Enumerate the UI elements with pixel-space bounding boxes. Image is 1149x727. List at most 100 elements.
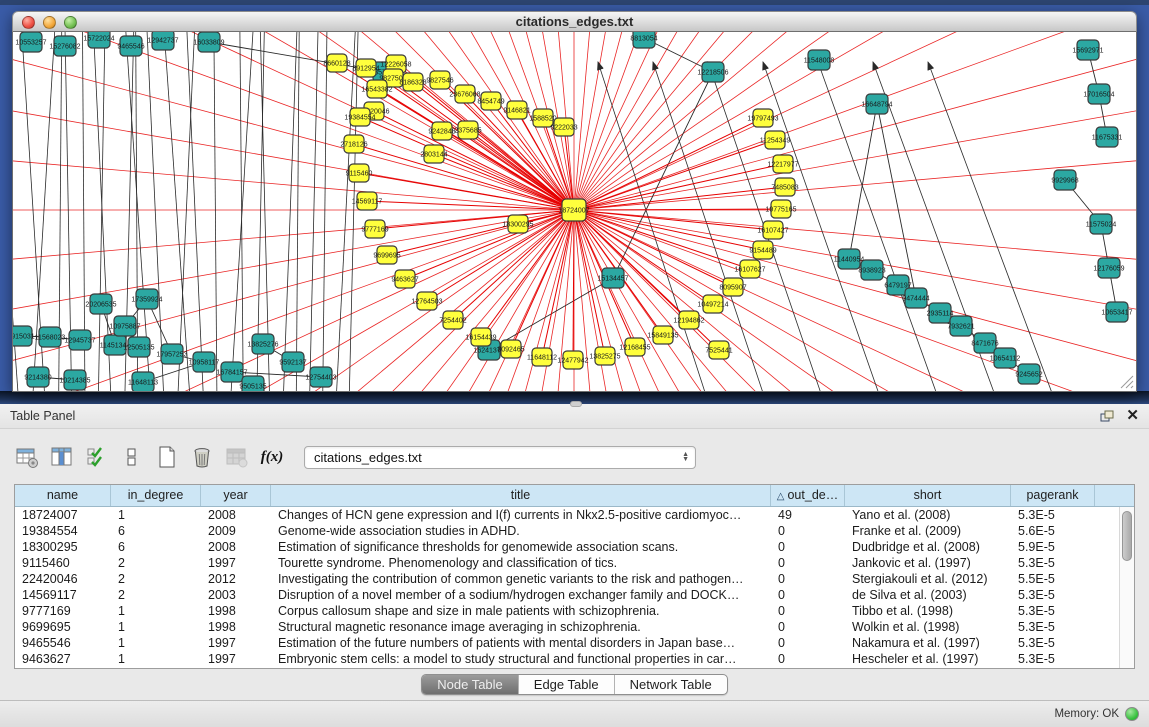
- new-table-icon[interactable]: [154, 444, 180, 470]
- table-cell[interactable]: Tourette syndrome. Phenomenology and cla…: [271, 555, 771, 571]
- column-header-pagerank[interactable]: pagerank: [1011, 485, 1095, 506]
- graph-node-12218506[interactable]: 12218506: [697, 62, 728, 82]
- graph-node-15276082[interactable]: 15276082: [49, 36, 80, 56]
- graph-node-2375685[interactable]: 2375685: [454, 121, 481, 139]
- table-cell[interactable]: 1998: [201, 603, 271, 619]
- graph-node-11648113[interactable]: 11648113: [128, 372, 158, 391]
- table-cell[interactable]: 9463627: [15, 651, 111, 667]
- tab-edge-table[interactable]: Edge Table: [518, 675, 614, 694]
- graph-node-7525441[interactable]: 7525441: [705, 341, 732, 359]
- graph-node-10975887[interactable]: 10975887: [109, 316, 140, 336]
- table-cell[interactable]: de Silva et al. (2003): [845, 587, 1011, 603]
- column-header-name[interactable]: name: [15, 485, 111, 506]
- column-header-in_degree[interactable]: in_degree: [111, 485, 201, 506]
- graph-node-8813054[interactable]: 8813054: [630, 32, 657, 48]
- table-cell[interactable]: Corpus callosum shape and size in male p…: [271, 603, 771, 619]
- graph-node-9699695[interactable]: 9699695: [373, 246, 400, 264]
- table-cell[interactable]: 0: [771, 555, 845, 571]
- table-cell[interactable]: 1997: [201, 555, 271, 571]
- table-cell[interactable]: 0: [771, 539, 845, 555]
- table-row[interactable]: 969969511998Structural magnetic resonanc…: [15, 619, 1134, 635]
- graph-node-7932621[interactable]: 7932621: [947, 316, 974, 336]
- graph-node-16648794[interactable]: 16648794: [861, 94, 892, 114]
- table-cell[interactable]: 14569117: [15, 587, 111, 603]
- close-panel-icon[interactable]: ✕: [1126, 408, 1139, 424]
- minimize-button[interactable]: [43, 16, 56, 29]
- table-row[interactable]: 1830029562008Estimation of significance …: [15, 539, 1134, 555]
- graph-node-12168455[interactable]: 12168455: [619, 338, 650, 356]
- table-cell[interactable]: Structural magnetic resonance image aver…: [271, 619, 771, 635]
- table-cell[interactable]: 49: [771, 507, 845, 523]
- table-cell[interactable]: 18300295: [15, 539, 111, 555]
- graph-node-16107627[interactable]: 16107627: [734, 260, 765, 278]
- graph-node-15722024[interactable]: 15722024: [83, 32, 114, 48]
- column-header-short[interactable]: short: [845, 485, 1011, 506]
- graph-node-9245652[interactable]: 9245652: [1015, 364, 1042, 384]
- table-cell[interactable]: 2: [111, 555, 201, 571]
- memory-status-indicator[interactable]: [1125, 707, 1139, 721]
- graph-node-12477942[interactable]: 12477942: [557, 351, 588, 369]
- graph-node-9929968[interactable]: 9929968: [1051, 170, 1078, 190]
- graph-node-19797493[interactable]: 19797493: [747, 109, 778, 127]
- graph-node-12942737[interactable]: 12942737: [147, 32, 178, 50]
- table-cell[interactable]: 9777169: [15, 603, 111, 619]
- graph-node-7485083[interactable]: 7485083: [771, 178, 798, 196]
- table-row[interactable]: 2242004622012Investigating the contribut…: [15, 571, 1134, 587]
- table-cell[interactable]: 1997: [201, 651, 271, 667]
- table-cell[interactable]: 2: [111, 571, 201, 587]
- graph-node-9242848[interactable]: 9242848: [428, 122, 455, 140]
- table-cell[interactable]: 5.5E-5: [1011, 571, 1095, 587]
- table-row[interactable]: 946554611997Estimation of the future num…: [15, 635, 1134, 651]
- table-cell[interactable]: 5.3E-5: [1011, 603, 1095, 619]
- graph-node-10553257[interactable]: 10553257: [15, 32, 46, 52]
- graph-node-16107427[interactable]: 16107427: [757, 221, 788, 239]
- table-cell[interactable]: Estimation of the future numbers of pati…: [271, 635, 771, 651]
- graph-node-15692971[interactable]: 15692971: [1072, 40, 1103, 60]
- table-cell[interactable]: 0: [771, 651, 845, 667]
- graph-node-14569117[interactable]: 14569117: [352, 192, 383, 210]
- float-window-icon[interactable]: [1100, 410, 1114, 423]
- graph-node-8095907[interactable]: 8095907: [719, 278, 746, 296]
- graph-node-11575024[interactable]: 11575024: [1086, 214, 1117, 234]
- table-cell[interactable]: 0: [771, 571, 845, 587]
- table-row[interactable]: 977716911998Corpus callosum shape and si…: [15, 603, 1134, 619]
- table-cell[interactable]: 5.3E-5: [1011, 635, 1095, 651]
- zoom-button[interactable]: [64, 16, 77, 29]
- delete-table-icon[interactable]: [189, 444, 215, 470]
- graph-node-10958117[interactable]: 10958117: [189, 352, 220, 372]
- scrollbar-thumb[interactable]: [1122, 511, 1132, 561]
- splitter-handle[interactable]: [570, 401, 582, 407]
- table-cell[interactable]: 1: [111, 619, 201, 635]
- tab-network-table[interactable]: Network Table: [614, 675, 727, 694]
- table-cell[interactable]: 1: [111, 651, 201, 667]
- graph-node-8454749[interactable]: 8454749: [477, 92, 504, 110]
- graph-node-8660128[interactable]: 8660128: [323, 54, 350, 72]
- graph-node-9777169[interactable]: 9777169: [361, 220, 388, 238]
- table-mode-icon[interactable]: [14, 444, 40, 470]
- table-cell[interactable]: 22420046: [15, 571, 111, 587]
- graph-node-8186328[interactable]: 8186328: [399, 73, 426, 91]
- graph-node-10654112[interactable]: 10654112: [990, 348, 1021, 368]
- table-cell[interactable]: 5.3E-5: [1011, 555, 1095, 571]
- graph-node-8938923[interactable]: 8938923: [858, 260, 885, 280]
- table-cell[interactable]: 5.3E-5: [1011, 587, 1095, 603]
- graph-node-12505135[interactable]: 12505135: [123, 337, 154, 357]
- table-cell[interactable]: 2: [111, 587, 201, 603]
- graph-node-8912954[interactable]: 8912954: [352, 59, 379, 77]
- table-cell[interactable]: Franke et al. (2009): [845, 523, 1011, 539]
- table-cell[interactable]: 1998: [201, 619, 271, 635]
- graph-node-23676068[interactable]: 23676068: [449, 85, 480, 103]
- table-cell[interactable]: 9115460: [15, 555, 111, 571]
- vertical-scrollbar[interactable]: [1119, 507, 1134, 668]
- graph-node-20206535[interactable]: 20206535: [85, 294, 116, 314]
- table-cell[interactable]: 5.3E-5: [1011, 619, 1095, 635]
- table-cell[interactable]: 1: [111, 507, 201, 523]
- table-row[interactable]: 911546021997Tourette syndrome. Phenomeno…: [15, 555, 1134, 571]
- graph-node-2718126[interactable]: 2718126: [340, 135, 367, 153]
- table-selector-dropdown[interactable]: citations_edges.txt ▲▼: [304, 446, 696, 469]
- show-columns-icon[interactable]: [49, 444, 75, 470]
- graph-node-12176059[interactable]: 12176059: [1093, 258, 1124, 278]
- table-cell[interactable]: Stergiakouli et al. (2012): [845, 571, 1011, 587]
- table-cell[interactable]: Nakamura et al. (1997): [845, 635, 1011, 651]
- graph-node-11548008[interactable]: 11548008: [804, 50, 835, 70]
